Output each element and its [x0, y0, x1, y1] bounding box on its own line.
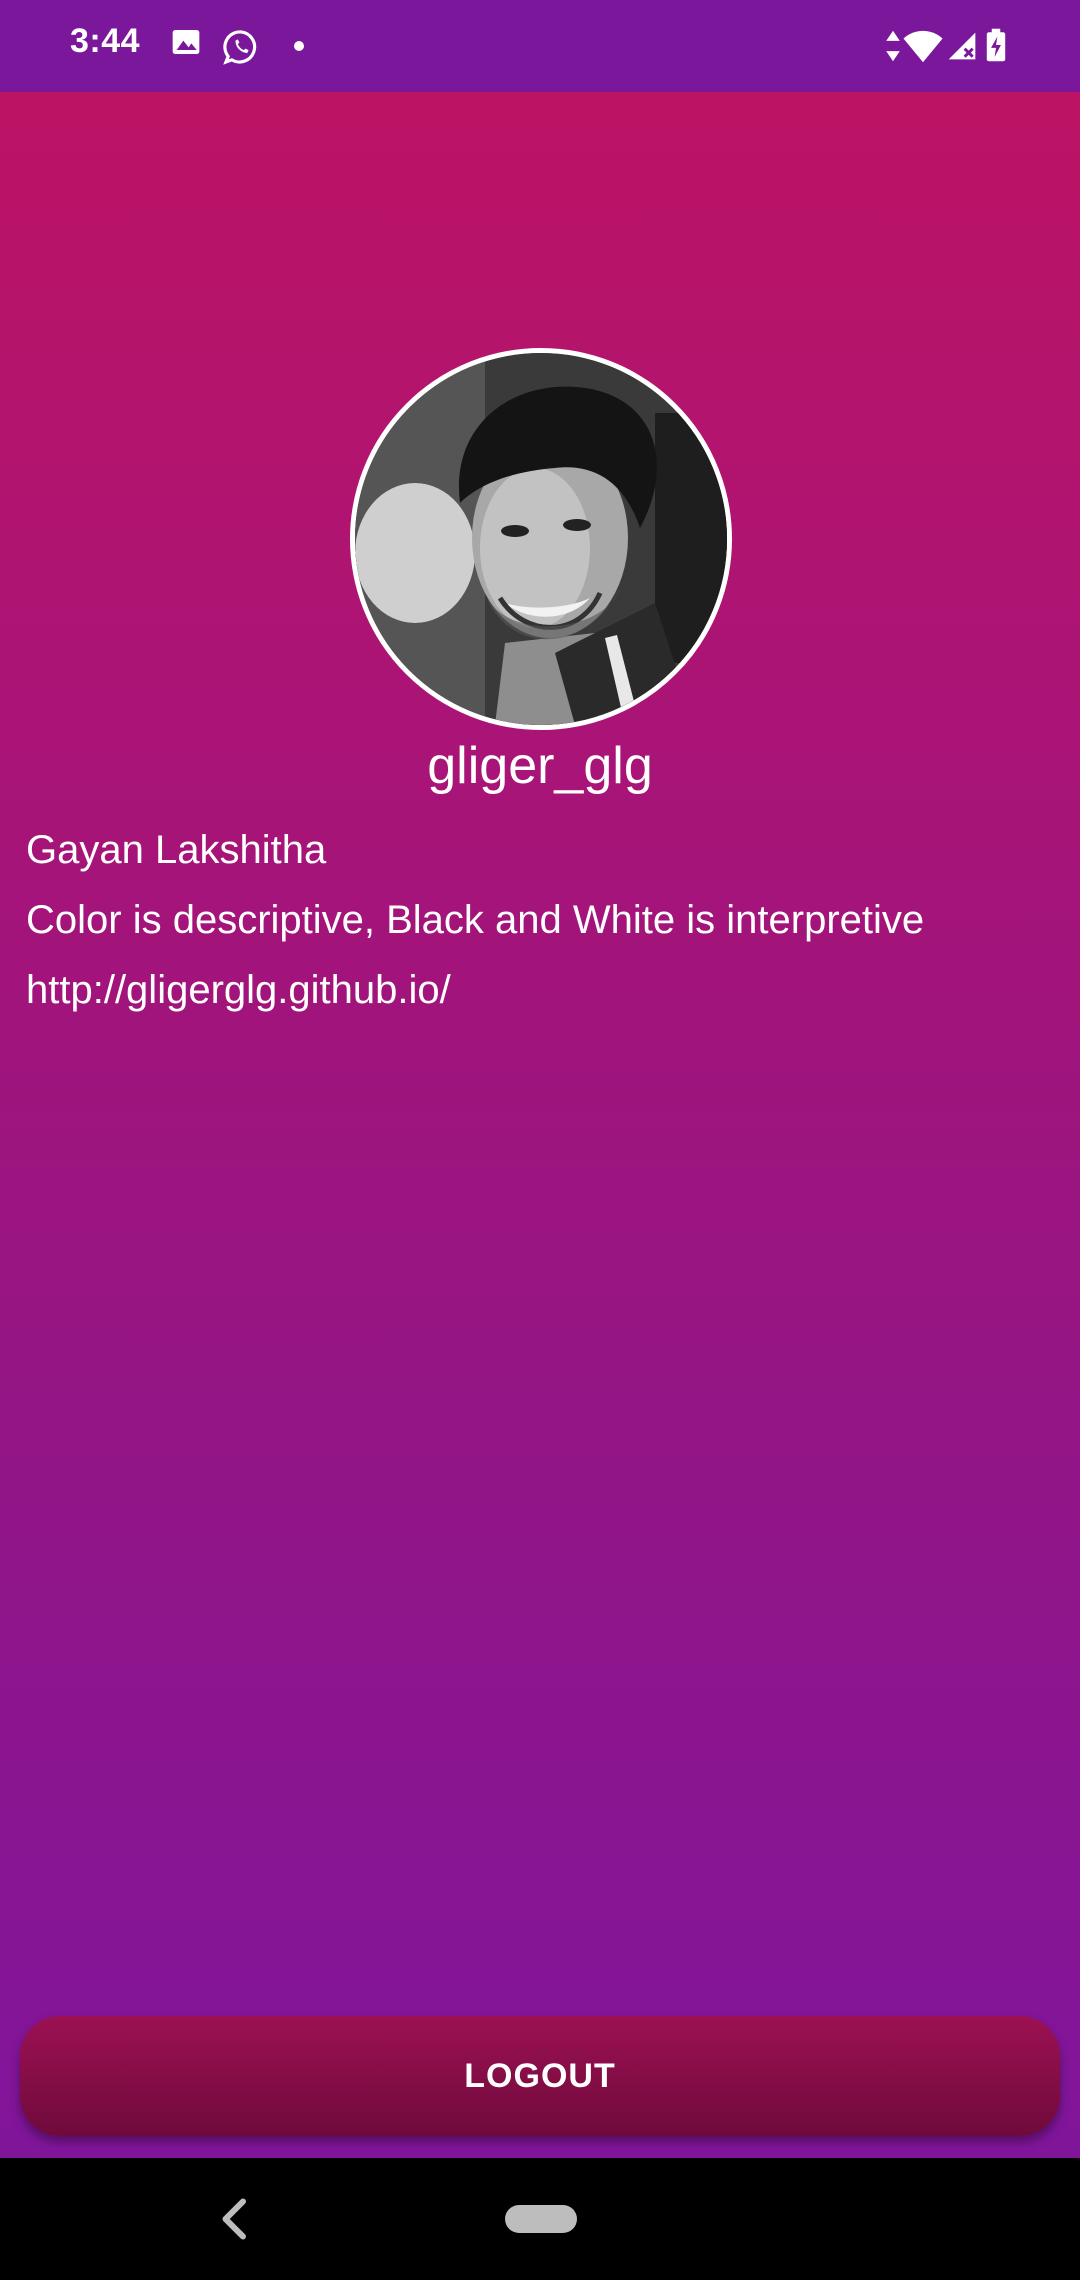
gallery-icon — [172, 30, 200, 54]
navigation-bar — [0, 2158, 1080, 2280]
logout-button[interactable]: LOGOUT — [20, 2016, 1060, 2136]
profile-screen: 3:44 gliger_glg Gayan Lakshitha Color is… — [0, 0, 1080, 2280]
battery-charging-icon — [986, 28, 1006, 62]
profile-photo — [355, 353, 727, 725]
data-arrows-icon — [886, 30, 900, 62]
wifi-icon — [903, 30, 943, 63]
status-time: 3:44 — [70, 22, 141, 60]
website-link[interactable]: http://gligerglg.github.io/ — [26, 968, 451, 1013]
bio: Color is descriptive, Black and White is… — [26, 898, 925, 942]
cell-signal-icon — [948, 32, 976, 60]
username: gliger_glg — [427, 737, 653, 795]
home-pill[interactable] — [505, 2205, 577, 2233]
status-bar: 3:44 — [0, 0, 1080, 92]
back-icon[interactable] — [218, 2194, 248, 2244]
notification-dot — [294, 41, 304, 51]
full-name: Gayan Lakshitha — [26, 828, 327, 872]
profile-avatar[interactable] — [350, 348, 732, 730]
whatsapp-icon — [223, 30, 257, 65]
